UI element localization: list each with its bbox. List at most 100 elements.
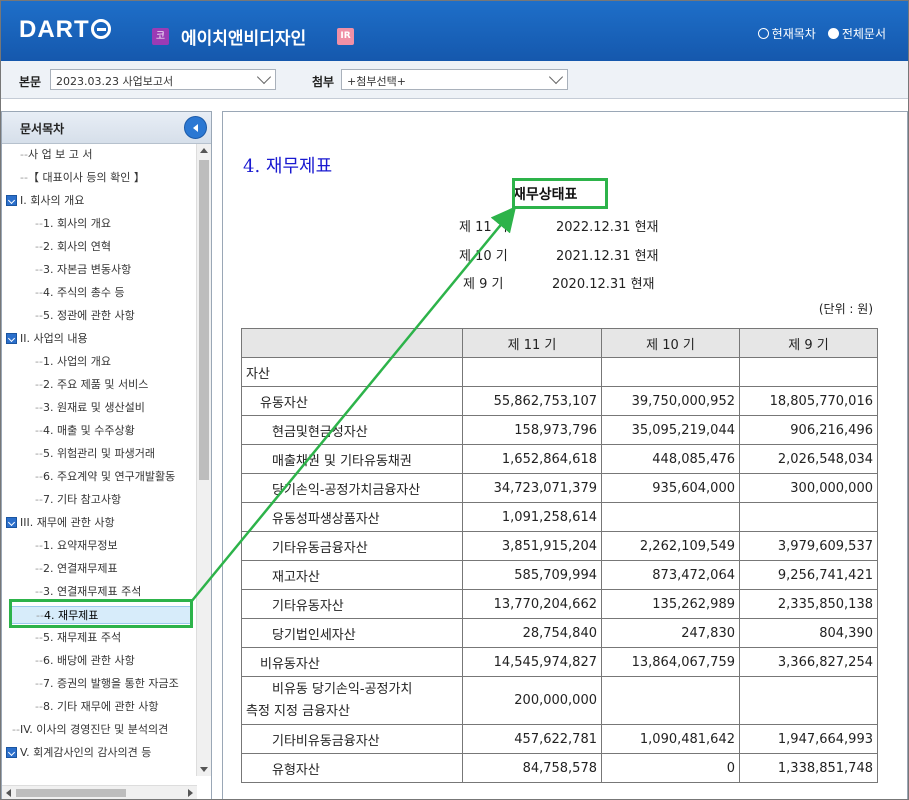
toc-header: 문서목차 bbox=[2, 112, 211, 144]
toc-item[interactable]: --5. 재무제표 주석 bbox=[35, 629, 121, 647]
tree-connector: -- bbox=[35, 217, 43, 230]
toc-item[interactable]: --IV. 이사의 경영진단 및 분석의견 bbox=[12, 721, 168, 739]
tree-connector: -- bbox=[35, 539, 43, 552]
toc-item[interactable]: II. 사업의 내용 bbox=[6, 330, 88, 348]
toc-item-label: 5. 재무제표 주석 bbox=[42, 631, 122, 644]
radio-all-doc[interactable]: 전체문서 bbox=[827, 25, 886, 42]
scroll-right-icon[interactable] bbox=[188, 789, 193, 797]
toc-item[interactable]: --7. 증권의 발행을 통한 자금조 bbox=[35, 675, 179, 693]
kosdaq-badge: 코 bbox=[152, 28, 169, 45]
value-cell: 9,256,741,421 bbox=[739, 560, 878, 590]
account-name: 유동자산 bbox=[241, 386, 463, 416]
toc-horizontal-scrollbar[interactable] bbox=[2, 785, 197, 799]
tree-connector: -- bbox=[35, 286, 43, 299]
attach-select-value: +첨부선택+ bbox=[347, 75, 406, 88]
column-header: 제 9 기 bbox=[739, 328, 878, 358]
toc-item[interactable]: --1. 사업의 개요 bbox=[35, 353, 111, 371]
toc-item-label: 5. 정관에 관한 사항 bbox=[42, 309, 135, 322]
toc-hscroll-thumb[interactable] bbox=[16, 789, 126, 797]
toc-item[interactable]: V. 회계감사인의 감사의견 등 bbox=[6, 744, 151, 762]
toc-item[interactable]: --4. 주식의 총수 등 bbox=[35, 284, 125, 302]
toc-item-label: 사 업 보 고 서 bbox=[27, 148, 93, 161]
toc-item[interactable]: --1. 회사의 개요 bbox=[35, 215, 111, 233]
value-cell: 3,851,915,204 bbox=[462, 531, 602, 561]
tree-connector: -- bbox=[36, 609, 44, 622]
toc-vertical-scrollbar[interactable] bbox=[196, 144, 211, 776]
toc-item[interactable]: --7. 기타 참고사항 bbox=[35, 491, 121, 509]
tree-connector: -- bbox=[35, 631, 43, 644]
scope-radio-group: 현재목차 전체문서 bbox=[757, 25, 886, 42]
tree-connector: -- bbox=[35, 470, 43, 483]
toc-item-label: II. 사업의 내용 bbox=[20, 332, 88, 345]
collapse-sidebar-button[interactable] bbox=[184, 116, 207, 139]
value-cell: 18,805,770,016 bbox=[739, 386, 878, 416]
section-title: 4. 재무제표 bbox=[243, 156, 333, 177]
body-select[interactable]: 2023.03.23 사업보고서 bbox=[50, 69, 276, 90]
account-name: 매출채권 및 기타유동채권 bbox=[241, 444, 463, 474]
period-date: 2021.12.31 현재 bbox=[556, 249, 659, 264]
value-cell: 1,090,481,642 bbox=[601, 724, 740, 754]
value-cell: 906,216,496 bbox=[739, 415, 878, 445]
toc-item[interactable]: --1. 요약재무정보 bbox=[35, 537, 118, 555]
radio-current-toc[interactable]: 현재목차 bbox=[757, 25, 816, 42]
value-cell: 28,754,840 bbox=[462, 618, 602, 648]
table-row: 매출채권 및 기타유동채권 1,652,864,618 448,085,476 … bbox=[241, 444, 878, 474]
value-cell bbox=[462, 357, 602, 387]
account-name-line2: 측정 지정 금융자산 bbox=[246, 703, 350, 719]
toc-item[interactable]: --4. 매출 및 수주상황 bbox=[35, 422, 135, 440]
value-cell: 1,091,258,614 bbox=[462, 502, 602, 532]
radio-current-label: 현재목차 bbox=[771, 27, 816, 41]
toc-item[interactable]: --5. 위험관리 및 파생거래 bbox=[35, 445, 155, 463]
period-date: 2020.12.31 현재 bbox=[552, 277, 655, 292]
account-name: 자산 bbox=[241, 357, 463, 387]
value-cell bbox=[601, 676, 740, 725]
account-name: 기타유동자산 bbox=[241, 589, 463, 619]
toc-item[interactable]: --6. 주요계약 및 연구개발활동 bbox=[35, 468, 175, 486]
scroll-left-icon[interactable] bbox=[6, 789, 11, 797]
toc-item[interactable]: --3. 연결재무제표 주석 bbox=[35, 583, 141, 601]
toc-scroll-thumb[interactable] bbox=[199, 160, 209, 480]
toc-item[interactable]: --2. 연결재무제표 bbox=[35, 560, 118, 578]
toc-item-label: 1. 회사의 개요 bbox=[42, 217, 112, 230]
dart-logo[interactable]: DART bbox=[19, 16, 111, 44]
chevron-down-icon bbox=[256, 69, 272, 85]
account-name: 유형자산 bbox=[241, 753, 463, 783]
toc-title: 문서목차 bbox=[20, 122, 65, 136]
expand-toggle-icon[interactable] bbox=[6, 517, 17, 528]
table-row: 비유동 당기손익-공정가치 측정 지정 금융자산 200,000,000 bbox=[241, 676, 878, 725]
toc-item[interactable]: --6. 배당에 관한 사항 bbox=[35, 652, 135, 670]
table-row: 유동성파생상품자산 1,091,258,614 bbox=[241, 502, 878, 532]
tree-connector: -- bbox=[35, 493, 43, 506]
table-row: 자산 bbox=[241, 357, 878, 387]
toc-item[interactable]: III. 재무에 관한 사항 bbox=[6, 514, 115, 532]
toc-item-label: 2. 주요 제품 및 서비스 bbox=[42, 378, 149, 391]
toc-item[interactable]: --8. 기타 재무에 관한 사항 bbox=[35, 698, 159, 716]
toc-item[interactable]: --3. 자본금 변동사항 bbox=[35, 261, 131, 279]
toc-item-label: 4. 주식의 총수 등 bbox=[42, 286, 125, 299]
scroll-up-icon[interactable] bbox=[200, 148, 208, 153]
header-bar: DART 코 에이치앤비디자인 IR 현재목차 전체문서 bbox=[1, 1, 908, 61]
toc-item[interactable]: --2. 주요 제품 및 서비스 bbox=[35, 376, 148, 394]
scroll-down-icon[interactable] bbox=[200, 767, 208, 772]
expand-toggle-icon[interactable] bbox=[6, 333, 17, 344]
toc-item[interactable]: --3. 원재료 및 생산설비 bbox=[35, 399, 145, 417]
account-name: 재고자산 bbox=[241, 560, 463, 590]
document-select-bar: 본문 2023.03.23 사업보고서 첨부 +첨부선택+ bbox=[1, 61, 908, 99]
value-cell: 1,947,664,993 bbox=[739, 724, 878, 754]
account-name: 비유동자산 bbox=[241, 647, 463, 677]
toc-item[interactable]: I. 회사의 개요 bbox=[6, 192, 84, 210]
attach-select[interactable]: +첨부선택+ bbox=[341, 69, 568, 90]
expand-toggle-icon[interactable] bbox=[6, 747, 17, 758]
toc-item[interactable]: --【 대표이사 등의 확인 】 bbox=[20, 169, 145, 187]
toc-item[interactable]: --4. 재무제표 bbox=[11, 606, 191, 624]
expand-toggle-icon[interactable] bbox=[6, 195, 17, 206]
toc-item[interactable]: --5. 정관에 관한 사항 bbox=[35, 307, 135, 325]
tree-connector: -- bbox=[35, 355, 43, 368]
toc-item[interactable]: --사 업 보 고 서 bbox=[20, 146, 93, 164]
toc-tree: --사 업 보 고 서 --【 대표이사 등의 확인 】 I. 회사의 개요 --1.… bbox=[2, 144, 197, 774]
toc-item-label: V. 회계감사인의 감사의견 등 bbox=[20, 746, 152, 759]
ir-badge[interactable]: IR bbox=[337, 28, 354, 45]
value-cell: 158,973,796 bbox=[462, 415, 602, 445]
table-row: 기타유동금융자산 3,851,915,204 2,262,109,549 3,9… bbox=[241, 531, 878, 561]
toc-item[interactable]: --2. 회사의 연혁 bbox=[35, 238, 111, 256]
